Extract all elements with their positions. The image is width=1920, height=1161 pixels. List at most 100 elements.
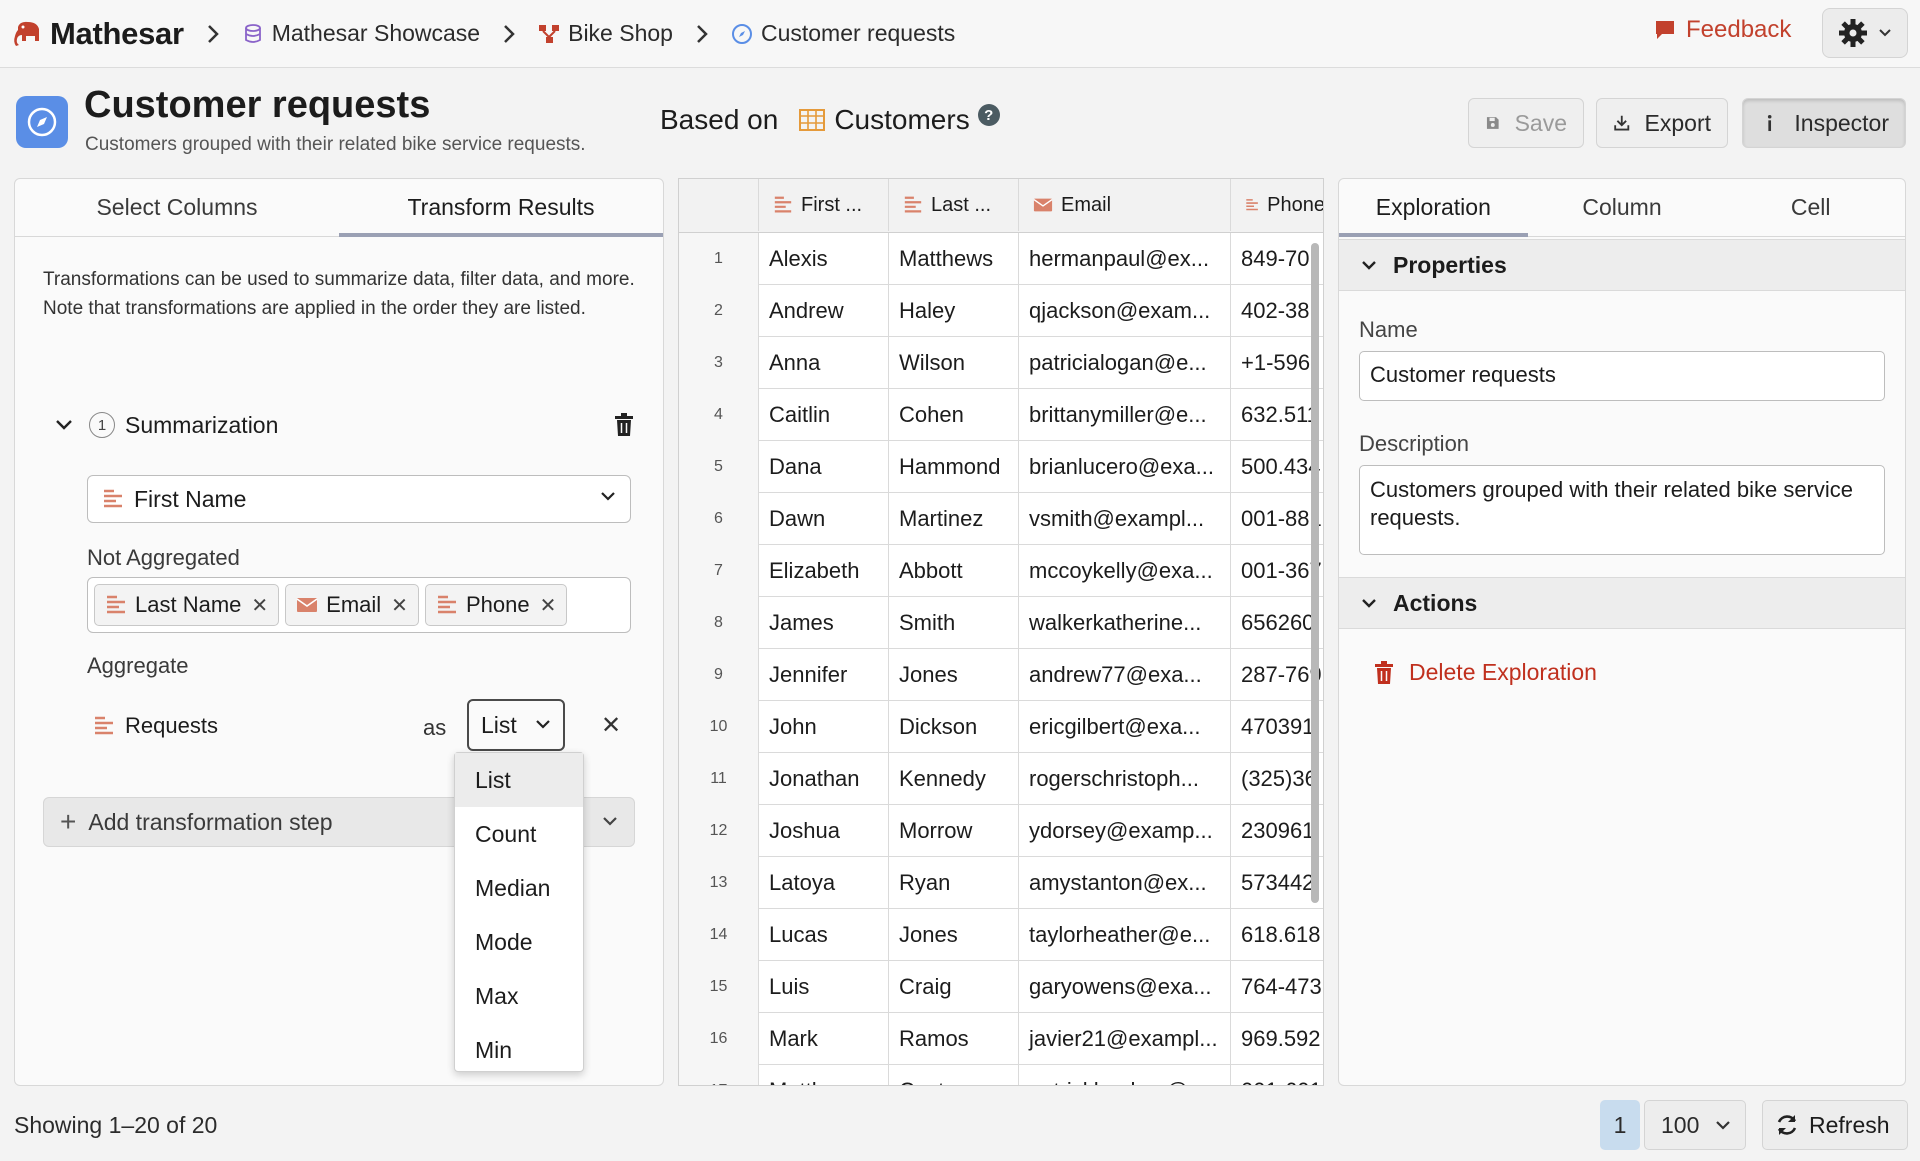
first-name-cell[interactable]: Dana bbox=[759, 441, 889, 493]
last-name-cell[interactable]: Ryan bbox=[889, 857, 1019, 909]
feedback-link[interactable]: Feedback bbox=[1654, 16, 1791, 44]
breadcrumb-exploration[interactable]: Customer requests bbox=[731, 20, 955, 47]
last-name-cell[interactable]: Wilson bbox=[889, 337, 1019, 389]
refresh-button[interactable]: Refresh bbox=[1762, 1100, 1908, 1150]
dropdown-option-median[interactable]: Median bbox=[455, 861, 583, 915]
scrollbar-thumb[interactable] bbox=[1311, 243, 1319, 903]
email-cell[interactable]: brittanymiller@e... bbox=[1019, 389, 1231, 441]
row-number-cell[interactable]: 13 bbox=[679, 857, 759, 909]
dropdown-option-max[interactable]: Max bbox=[455, 969, 583, 1023]
first-name-cell[interactable]: Latoya bbox=[759, 857, 889, 909]
email-cell[interactable]: garyowens@exa... bbox=[1019, 961, 1231, 1013]
last-name-cell[interactable]: Smith bbox=[889, 597, 1019, 649]
dropdown-option-min[interactable]: Min bbox=[455, 1023, 583, 1077]
row-number-cell[interactable]: 3 bbox=[679, 337, 759, 389]
dropdown-option-list[interactable]: List bbox=[455, 753, 583, 807]
first-name-cell[interactable]: Lucas bbox=[759, 909, 889, 961]
delete-exploration-button[interactable]: Delete Exploration bbox=[1373, 659, 1597, 686]
export-button[interactable]: Export bbox=[1596, 98, 1728, 148]
row-number-cell[interactable]: 15 bbox=[679, 961, 759, 1013]
last-name-cell[interactable]: Craig bbox=[889, 961, 1019, 1013]
not-aggregated-columns[interactable]: Last Name ✕ Email ✕ Phone ✕ bbox=[87, 577, 631, 633]
last-name-cell[interactable]: Ramos bbox=[889, 1013, 1019, 1065]
last-name-cell[interactable]: Castro bbox=[889, 1065, 1019, 1085]
last-name-cell[interactable]: Jones bbox=[889, 909, 1019, 961]
email-cell[interactable]: rogerschristoph... bbox=[1019, 753, 1231, 805]
first-name-cell[interactable]: Alexis bbox=[759, 233, 889, 285]
page-1-button[interactable]: 1 bbox=[1600, 1100, 1640, 1150]
row-number-cell[interactable]: 11 bbox=[679, 753, 759, 805]
email-cell[interactable]: ericgilbert@exa... bbox=[1019, 701, 1231, 753]
column-header-phone[interactable]: Phone bbox=[1231, 179, 1323, 231]
remove-chip-icon[interactable]: ✕ bbox=[540, 593, 557, 618]
row-number-cell[interactable]: 14 bbox=[679, 909, 759, 961]
email-cell[interactable]: qjackson@exam... bbox=[1019, 285, 1231, 337]
email-cell[interactable]: vsmith@exampl... bbox=[1019, 493, 1231, 545]
email-cell[interactable]: hermanpaul@ex... bbox=[1019, 233, 1231, 285]
first-name-cell[interactable]: Joshua bbox=[759, 805, 889, 857]
row-number-cell[interactable]: 9 bbox=[679, 649, 759, 701]
row-number-cell[interactable]: 7 bbox=[679, 545, 759, 597]
first-name-cell[interactable]: Mark bbox=[759, 1013, 889, 1065]
column-header-email[interactable]: Email bbox=[1019, 179, 1231, 231]
email-cell[interactable]: brianlucero@exa... bbox=[1019, 441, 1231, 493]
first-name-cell[interactable]: Andrew bbox=[759, 285, 889, 337]
first-name-cell[interactable]: James bbox=[759, 597, 889, 649]
last-name-cell[interactable]: Haley bbox=[889, 285, 1019, 337]
properties-section-header[interactable]: Properties bbox=[1339, 239, 1905, 291]
breadcrumb-schema[interactable]: Bike Shop bbox=[538, 20, 673, 47]
email-cell[interactable]: mccoykelly@exa... bbox=[1019, 545, 1231, 597]
dropdown-option-mode[interactable]: Mode bbox=[455, 915, 583, 969]
dropdown-option-count[interactable]: Count bbox=[455, 807, 583, 861]
remove-chip-icon[interactable]: ✕ bbox=[251, 593, 268, 618]
first-name-cell[interactable]: Luis bbox=[759, 961, 889, 1013]
grid-scrollbar[interactable] bbox=[1311, 233, 1319, 1079]
email-cell[interactable]: ydorsey@examp... bbox=[1019, 805, 1231, 857]
first-name-cell[interactable]: John bbox=[759, 701, 889, 753]
email-cell[interactable]: walkerkatherine... bbox=[1019, 597, 1231, 649]
email-cell[interactable]: andrew77@exa... bbox=[1019, 649, 1231, 701]
first-name-cell[interactable]: Dawn bbox=[759, 493, 889, 545]
last-name-cell[interactable]: Kennedy bbox=[889, 753, 1019, 805]
last-name-cell[interactable]: Cohen bbox=[889, 389, 1019, 441]
inspector-toggle-button[interactable]: Inspector bbox=[1742, 98, 1906, 148]
email-cell[interactable]: patricialogan@e... bbox=[1019, 337, 1231, 389]
row-number-cell[interactable]: 16 bbox=[679, 1013, 759, 1065]
first-name-cell[interactable]: Elizabeth bbox=[759, 545, 889, 597]
name-input[interactable]: Customer requests bbox=[1359, 351, 1885, 401]
row-number-cell[interactable]: 8 bbox=[679, 597, 759, 649]
settings-menu-button[interactable] bbox=[1822, 8, 1908, 58]
column-header-last-name[interactable]: Last ... bbox=[889, 179, 1019, 231]
base-table-name[interactable]: Customers bbox=[834, 104, 969, 136]
tab-exploration[interactable]: Exploration bbox=[1339, 179, 1528, 237]
row-number-cell[interactable]: 10 bbox=[679, 701, 759, 753]
row-number-cell[interactable]: 2 bbox=[679, 285, 759, 337]
last-name-cell[interactable]: Jones bbox=[889, 649, 1019, 701]
breadcrumb-database[interactable]: Mathesar Showcase bbox=[242, 20, 480, 47]
first-name-cell[interactable]: Jennifer bbox=[759, 649, 889, 701]
description-textarea[interactable]: Customers grouped with their related bik… bbox=[1359, 465, 1885, 555]
last-name-cell[interactable]: Abbott bbox=[889, 545, 1019, 597]
last-name-cell[interactable]: Matthews bbox=[889, 233, 1019, 285]
row-number-cell[interactable]: 6 bbox=[679, 493, 759, 545]
save-button[interactable]: Save bbox=[1468, 98, 1584, 148]
remove-aggregate-icon[interactable]: ✕ bbox=[601, 711, 621, 740]
email-cell[interactable]: patrickhughes@... bbox=[1019, 1065, 1231, 1085]
last-name-cell[interactable]: Hammond bbox=[889, 441, 1019, 493]
help-icon[interactable]: ? bbox=[977, 104, 1000, 126]
trash-icon[interactable] bbox=[613, 413, 635, 437]
email-cell[interactable]: amystanton@ex... bbox=[1019, 857, 1231, 909]
tab-select-columns[interactable]: Select Columns bbox=[15, 179, 339, 236]
actions-section-header[interactable]: Actions bbox=[1339, 577, 1905, 629]
first-name-cell[interactable]: Caitlin bbox=[759, 389, 889, 441]
remove-chip-icon[interactable]: ✕ bbox=[391, 593, 408, 618]
email-cell[interactable]: javier21@exampl... bbox=[1019, 1013, 1231, 1065]
tab-cell[interactable]: Cell bbox=[1716, 179, 1905, 236]
tab-column[interactable]: Column bbox=[1528, 179, 1717, 236]
first-name-cell[interactable]: Anna bbox=[759, 337, 889, 389]
tab-transform-results[interactable]: Transform Results bbox=[339, 179, 663, 237]
column-header-first-name[interactable]: First ... bbox=[759, 179, 889, 231]
group-column-select[interactable]: First Name bbox=[87, 475, 631, 523]
row-number-cell[interactable]: 5 bbox=[679, 441, 759, 493]
chevron-down-icon[interactable] bbox=[55, 419, 73, 431]
